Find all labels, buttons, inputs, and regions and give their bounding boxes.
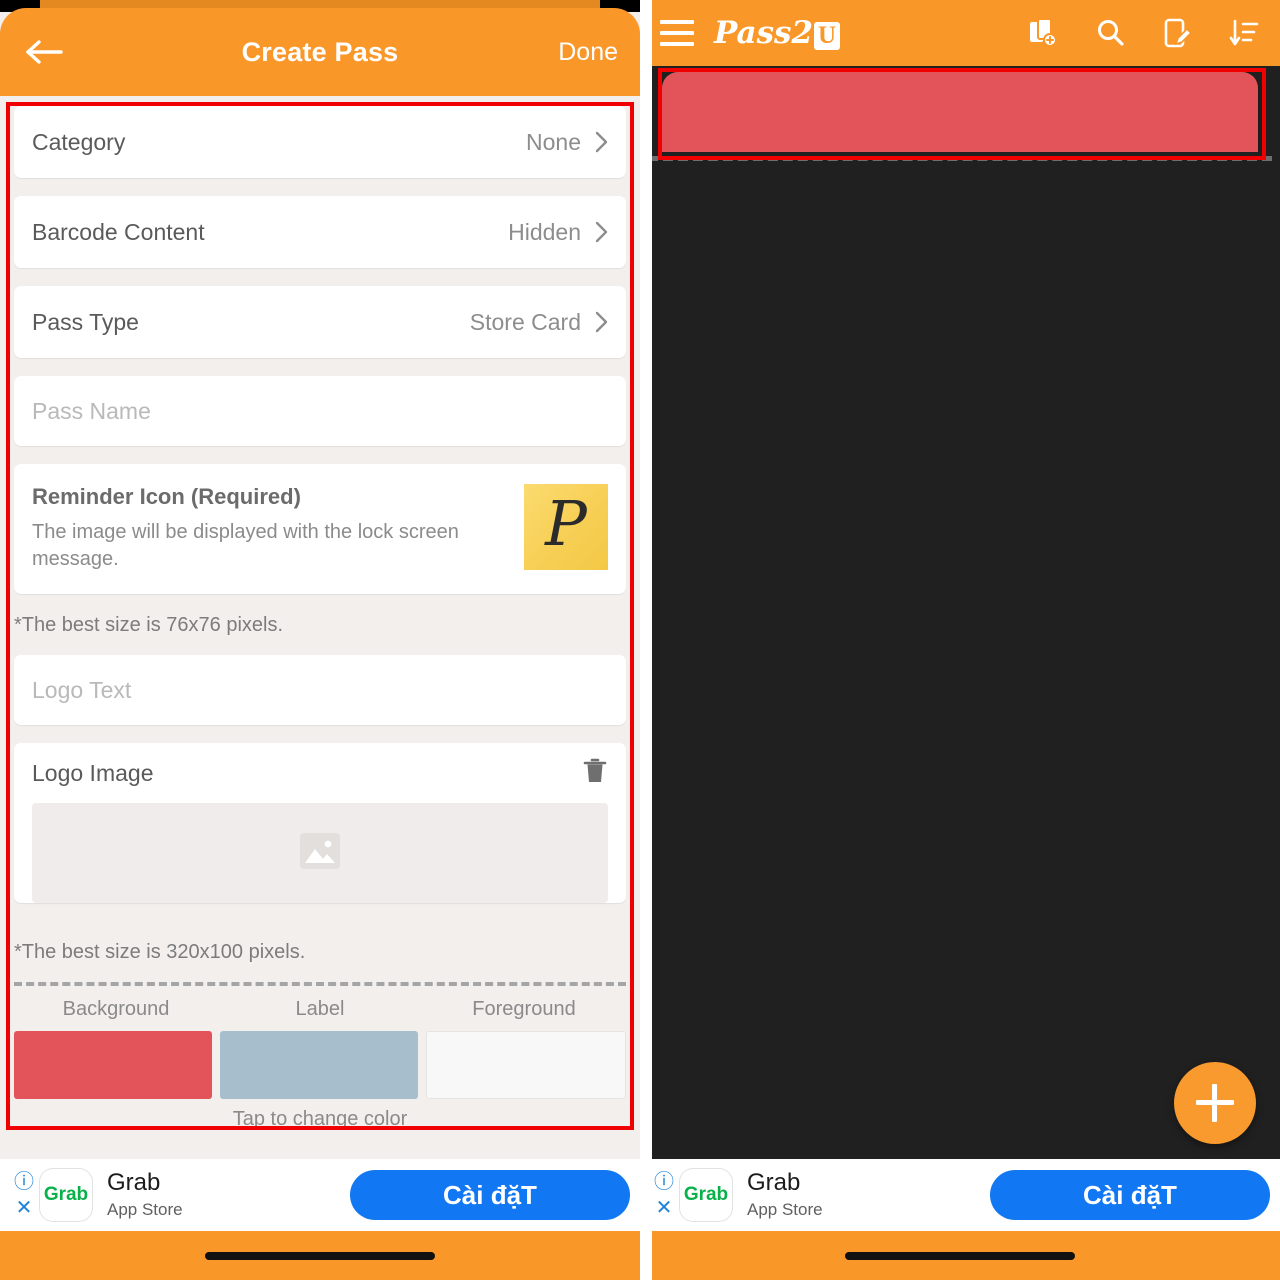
reminder-icon-section[interactable]: Reminder Icon (Required) The image will … [14,464,626,595]
home-indicator-area [0,1231,640,1280]
swatch-label-label: Label [295,998,345,1021]
back-arrow-icon[interactable] [22,29,68,75]
logo-image-title: Logo Image [32,759,154,786]
ad-banner[interactable]: ⓘ ✕ Grab Grab App Store Cài đặT [640,1159,1280,1231]
row-value: Store Card [469,308,581,335]
row-value: Hidden [508,218,581,245]
reminder-icon-glyph: P [545,487,587,560]
add-pass-fab[interactable] [1174,1062,1256,1144]
sort-icon[interactable] [1228,17,1260,49]
create-pass-header: Create Pass Done [0,8,640,96]
add-pass-icon[interactable] [1027,17,1059,49]
reminder-icon-thumbnail[interactable]: P [524,484,608,570]
done-button[interactable]: Done [558,38,618,67]
ad-app-icon: Grab [40,1169,92,1221]
pass-perforation-line [648,156,1272,161]
search-icon[interactable] [1094,17,1126,49]
trash-icon[interactable] [582,757,608,790]
ad-app-icon: Grab [680,1169,732,1221]
ad-install-button[interactable]: Cài đặT [990,1170,1270,1220]
reminder-icon-description: The image will be displayed with the loc… [32,521,459,570]
hamburger-menu-icon[interactable] [660,20,694,46]
ad-banner[interactable]: ⓘ ✕ Grab Grab App Store Cài đặT [0,1159,640,1231]
image-placeholder-icon [298,829,342,878]
row-label: Barcode Content [32,218,205,245]
chevron-right-icon [595,311,608,333]
chevron-right-icon [595,131,608,153]
reminder-icon-title: Reminder Icon (Required) [32,484,301,509]
left-phone-screen: Create Pass Done Category None Barcode C… [0,0,640,1280]
row-pass-type[interactable]: Pass Type Store Card [14,286,626,358]
row-value: None [526,128,581,155]
ad-subtitle: App Store [747,1200,823,1220]
reminder-icon-note: *The best size is 76x76 pixels. [14,614,284,637]
right-phone-screen: Pass2 U ⓘ ✕ Grab Grab App Store Cài đặT [640,0,1280,1280]
home-indicator [845,1251,1075,1260]
swatch-background[interactable] [14,1031,212,1100]
color-picker-hint: Tap to change color [232,1108,408,1131]
create-pass-form[interactable]: Category None Barcode Content Hidden Pas… [0,96,640,1159]
home-indicator [205,1251,435,1260]
logo-image-section[interactable]: Logo Image [14,743,626,904]
swatch-label[interactable] [220,1031,418,1100]
page-title: Create Pass [241,36,399,67]
chevron-right-icon [595,221,608,243]
plus-icon [1196,1084,1234,1122]
ad-subtitle: App Store [107,1200,183,1220]
logo-text-placeholder: Logo Text [32,676,132,703]
brand-suffix: U [814,22,841,50]
pass-card-preview[interactable] [662,72,1258,160]
close-icon[interactable]: ✕ [16,1198,33,1218]
info-icon[interactable]: ⓘ [654,1172,674,1192]
ad-install-button[interactable]: Cài đặT [350,1170,630,1220]
pass2u-app-header: Pass2 U [640,0,1280,66]
row-label: Pass Type [32,308,139,335]
pass-name-field[interactable]: Pass Name [14,376,626,446]
swatch-label-background: Background [62,998,170,1021]
edit-pass-icon[interactable] [1161,17,1193,49]
brand-text: Pass2 [714,15,814,51]
swatch-foreground[interactable] [426,1031,626,1100]
row-barcode-content[interactable]: Barcode Content Hidden [14,196,626,268]
ad-title: Grab [747,1168,801,1196]
pass-perforation-divider [14,982,626,987]
logo-text-field[interactable]: Logo Text [14,655,626,726]
logo-image-dropzone[interactable] [32,803,608,904]
ad-title: Grab [107,1168,161,1196]
pass-card-shelf [640,152,1280,172]
panel-divider [640,0,652,1280]
info-icon[interactable]: ⓘ [14,1172,34,1192]
app-brand-logo: Pass2 U [714,15,841,51]
screenshot-root: Create Pass Done Category None Barcode C… [0,0,1280,1280]
close-icon[interactable]: ✕ [656,1198,673,1218]
home-indicator-area [640,1231,1280,1280]
pass-name-placeholder: Pass Name [32,397,151,424]
row-label: Category [32,128,126,155]
swatch-label-foreground: Foreground [472,998,576,1021]
row-category[interactable]: Category None [14,106,626,178]
color-picker-section: Background Label Foreground Tap to chang… [0,986,640,1131]
logo-image-note: *The best size is 320x100 pixels. [14,941,306,964]
